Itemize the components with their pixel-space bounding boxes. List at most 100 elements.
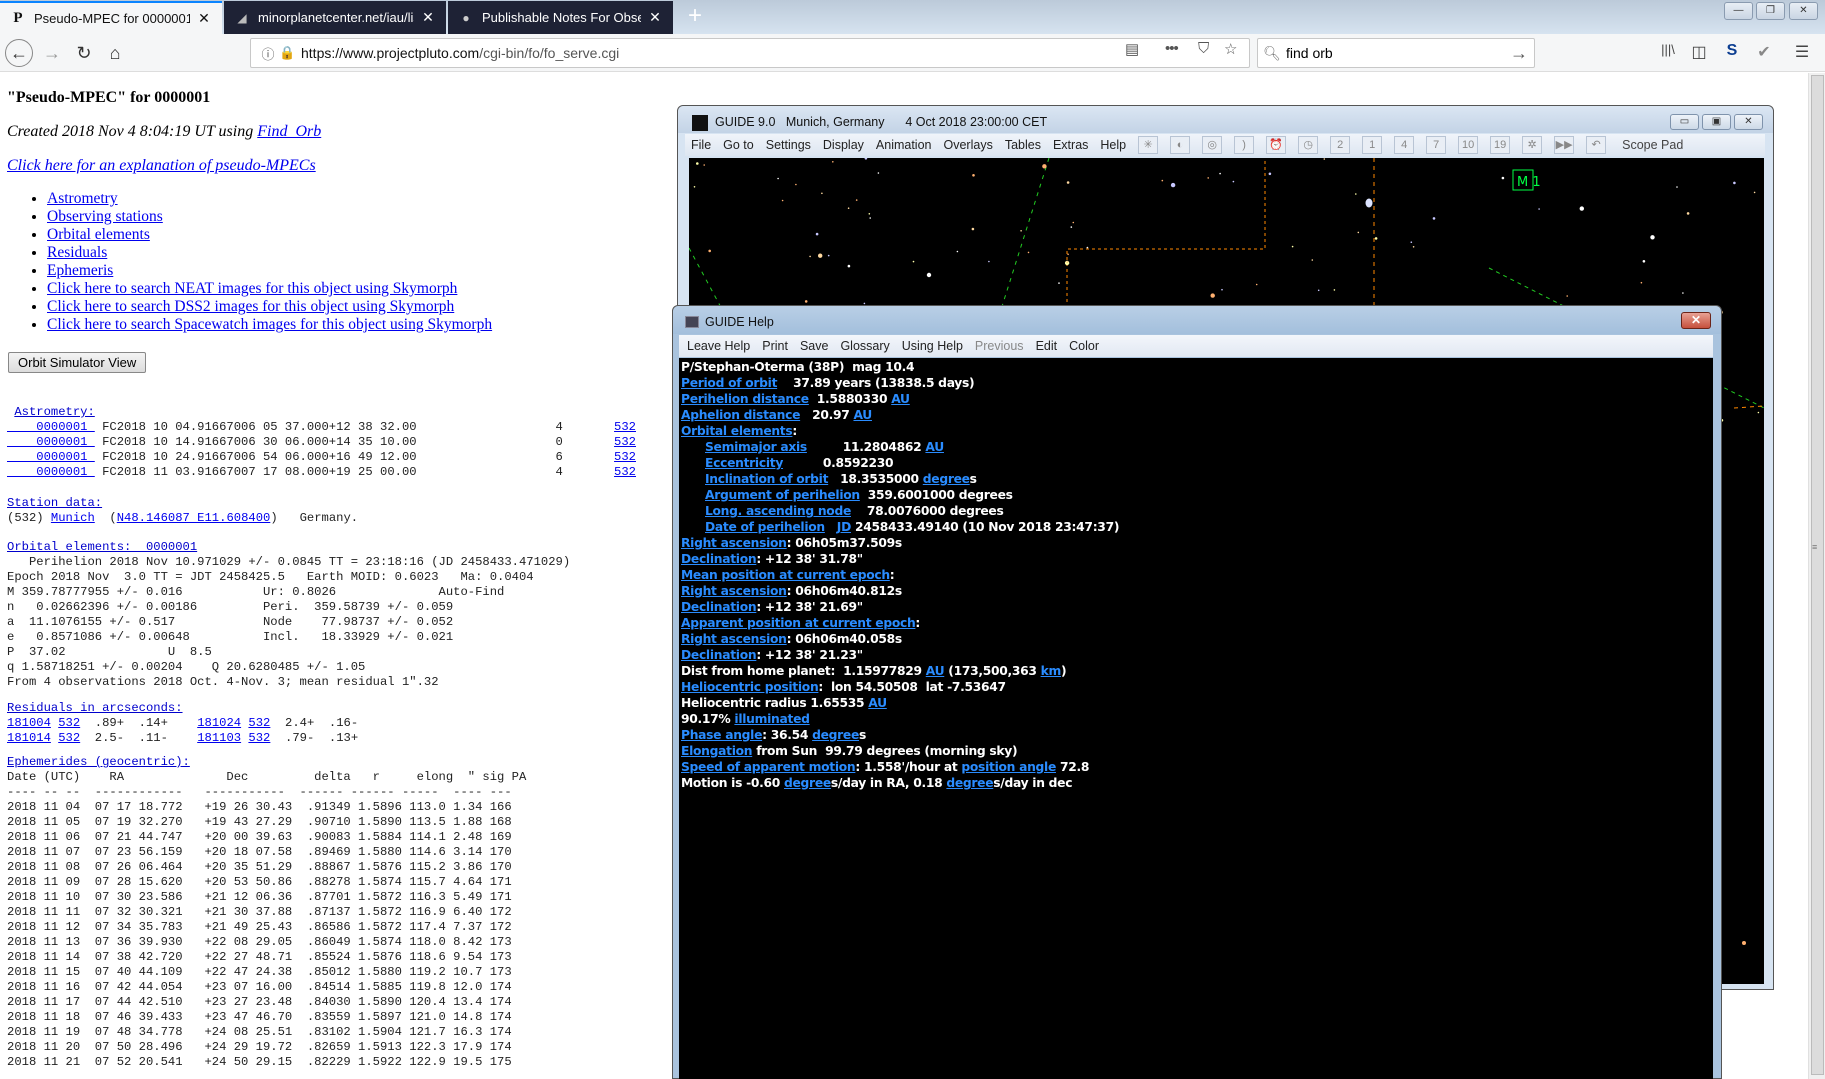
- time-screen-icon[interactable]: ◷: [1298, 136, 1319, 154]
- help-link-degree[interactable]: degree: [946, 776, 993, 790]
- help-link-aphelion-distance[interactable]: Aphelion distance: [681, 408, 800, 422]
- residual-date-link[interactable]: 181004: [7, 716, 51, 730]
- help-link-jd[interactable]: JD: [837, 520, 851, 534]
- dss2-skymorph-link[interactable]: Click here to search DSS2 images for thi…: [47, 298, 454, 315]
- bookmark-star-icon[interactable]: ☆: [1224, 40, 1237, 58]
- help-titlebar[interactable]: GUIDE Help ✕: [673, 306, 1721, 334]
- library-icon[interactable]: |||\: [1657, 42, 1679, 57]
- residual-station-link[interactable]: 532: [58, 716, 80, 730]
- station-code-link[interactable]: 532: [614, 465, 636, 479]
- residuals-link[interactable]: Residuals: [47, 244, 107, 261]
- guide-minimize-button[interactable]: ▭: [1670, 114, 1699, 130]
- search-bar[interactable]: 🔍︎ →: [1257, 38, 1535, 68]
- help-link-km[interactable]: km: [1041, 664, 1062, 678]
- astrometry-object-link[interactable]: 0000001: [7, 420, 95, 434]
- help-link-period-of-orbit[interactable]: Period of orbit: [681, 376, 777, 390]
- help-link-right-ascension[interactable]: Right ascension: [681, 584, 787, 598]
- help-link-au[interactable]: AU: [853, 408, 872, 422]
- info-icon[interactable]: ⓘ: [257, 44, 279, 63]
- guide-menu-tables[interactable]: Tables: [999, 138, 1047, 152]
- help-link-heliocentric-position[interactable]: Heliocentric position: [681, 680, 819, 694]
- help-link-illuminated[interactable]: illuminated: [734, 712, 810, 726]
- station-code-link[interactable]: 532: [614, 450, 636, 464]
- help-link-right-ascension[interactable]: Right ascension: [681, 632, 787, 646]
- help-link-degree[interactable]: degree: [784, 776, 831, 790]
- url-bar[interactable]: ⓘ 🔒 https://www.projectpluto.com/cgi-bin…: [250, 38, 1250, 68]
- residual-date-link[interactable]: 181103: [197, 731, 241, 745]
- help-link-apparent-position-at-current-epoch[interactable]: Apparent position at current epoch: [681, 616, 916, 630]
- sidebar-icon[interactable]: ◫: [1688, 42, 1710, 62]
- astrometry-object-link[interactable]: 0000001: [7, 465, 95, 479]
- reload-button[interactable]: ↻: [70, 39, 98, 67]
- help-link-position-angle[interactable]: position angle: [961, 760, 1056, 774]
- help-link-argument-of-perihelion[interactable]: Argument of perihelion: [705, 488, 860, 502]
- zoom-4-icon[interactable]: 4: [1394, 136, 1415, 154]
- astrometry-link[interactable]: Astrometry: [47, 190, 118, 207]
- lock-icon[interactable]: 🔒: [279, 45, 295, 61]
- help-link-elongation[interactable]: Elongation: [681, 744, 753, 758]
- orbit-simulator-view-button[interactable]: Orbit Simulator View: [8, 352, 147, 373]
- pocket-icon[interactable]: ⛉: [1198, 40, 1209, 57]
- zoom-7-icon[interactable]: 7: [1426, 136, 1447, 154]
- fast-forward-icon[interactable]: ▶▶: [1554, 136, 1575, 154]
- guide-menu-help[interactable]: Help: [1094, 138, 1132, 152]
- forward-button[interactable]: →: [38, 39, 66, 67]
- star-icon[interactable]: ✳: [1138, 136, 1159, 154]
- residual-station-link[interactable]: 532: [248, 716, 270, 730]
- help-link-date-of-perihelion[interactable]: Date of perihelion: [705, 520, 825, 534]
- guide-menu-overlays[interactable]: Overlays: [938, 138, 999, 152]
- station-coords-link[interactable]: N48.146087 E11.608400: [117, 511, 271, 525]
- help-link-au[interactable]: AU: [925, 440, 944, 454]
- close-icon[interactable]: ✕: [196, 10, 212, 27]
- target-icon[interactable]: ◎: [1202, 136, 1223, 154]
- spacewatch-skymorph-link[interactable]: Click here to search Spacewatch images f…: [47, 316, 492, 333]
- pseudo-mpec-explanation-link[interactable]: Click here for an explanation of pseudo-…: [7, 157, 316, 174]
- guide-titlebar[interactable]: GUIDE 9.0 Munich, Germany 4 Oct 2018 23:…: [678, 106, 1773, 133]
- astrometry-object-link[interactable]: 0000001: [7, 450, 95, 464]
- help-link-eccentricity[interactable]: Eccentricity: [705, 456, 783, 470]
- tab-minorplanetcenter[interactable]: ◢ minorplanetcenter.net/iau/lists ✕: [224, 1, 446, 34]
- search-input[interactable]: [1286, 45, 1504, 61]
- zoom-10-icon[interactable]: 10: [1458, 136, 1479, 154]
- help-link-degree[interactable]: degree: [923, 472, 970, 486]
- help-link-long-ascending-node[interactable]: Long. ascending node: [705, 504, 851, 518]
- close-icon[interactable]: ✕: [420, 9, 436, 26]
- zoom-1-icon[interactable]: 1: [1362, 136, 1383, 154]
- guide-close-button[interactable]: ✕: [1734, 114, 1763, 130]
- help-link-au[interactable]: AU: [891, 392, 910, 406]
- help-link-perihelion-distance[interactable]: Perihelion distance: [681, 392, 809, 406]
- planet-icon[interactable]: ◐: [1170, 136, 1191, 154]
- scrollbar-thumb[interactable]: [1811, 75, 1824, 1075]
- help-link-right-ascension[interactable]: Right ascension: [681, 536, 787, 550]
- page-actions-icon[interactable]: •••: [1165, 40, 1179, 57]
- residual-date-link[interactable]: 181024: [197, 716, 241, 730]
- help-link-au[interactable]: AU: [926, 664, 945, 678]
- guide-menu-file[interactable]: File: [685, 138, 717, 152]
- close-window-button[interactable]: ✕: [1789, 2, 1818, 20]
- guide-menu-animation[interactable]: Animation: [870, 138, 938, 152]
- help-menu-glossary[interactable]: Glossary: [836, 339, 897, 353]
- help-close-button[interactable]: ✕: [1681, 312, 1711, 329]
- station-code-link[interactable]: 532: [614, 435, 636, 449]
- guide-menu-settings[interactable]: Settings: [760, 138, 817, 152]
- help-link-declination[interactable]: Declination: [681, 600, 757, 614]
- tab-pseudo-mpec[interactable]: P Pseudo-MPEC for 0000001 ✕: [0, 1, 222, 34]
- astrometry-object-link[interactable]: 0000001: [7, 435, 95, 449]
- help-link-declination[interactable]: Declination: [681, 648, 757, 662]
- page-scrollbar[interactable]: ≡: [1808, 73, 1825, 1079]
- guide-menu-extras[interactable]: Extras: [1047, 138, 1094, 152]
- help-link-inclination-of-orbit[interactable]: Inclination of orbit: [705, 472, 828, 486]
- back-button[interactable]: ←: [5, 39, 33, 67]
- help-menu-print[interactable]: Print: [758, 339, 796, 353]
- help-link-phase-angle[interactable]: Phase angle: [681, 728, 762, 742]
- help-menu-leave-help[interactable]: Leave Help: [683, 339, 758, 353]
- hamburger-menu-icon[interactable]: ☰: [1791, 42, 1813, 62]
- find-orb-link[interactable]: Find_Orb: [257, 123, 321, 140]
- alarm-clock-icon[interactable]: ⏰: [1266, 136, 1287, 154]
- help-menu-edit[interactable]: Edit: [1032, 339, 1066, 353]
- tab-publishable-notes[interactable]: ● Publishable Notes For Observat ✕: [448, 1, 673, 34]
- help-link-semimajor-axis[interactable]: Semimajor axis: [705, 440, 807, 454]
- extension-check-icon[interactable]: ✔: [1753, 42, 1775, 62]
- help-link-mean-position-at-current-epoch[interactable]: Mean position at current epoch: [681, 568, 890, 582]
- guide-menu-display[interactable]: Display: [817, 138, 870, 152]
